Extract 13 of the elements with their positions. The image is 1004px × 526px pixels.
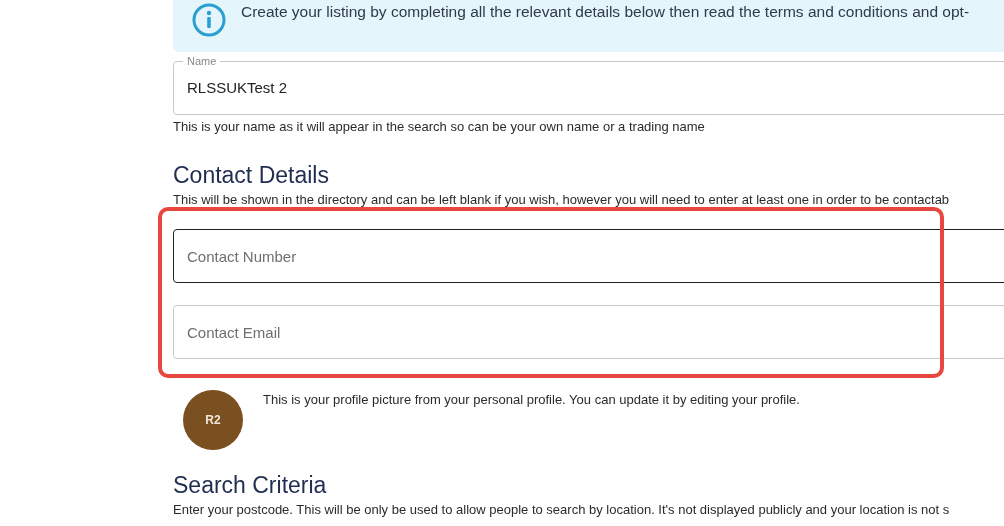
- field-label: Name: [186, 55, 218, 68]
- section-heading: Contact Details: [173, 162, 330, 188]
- avatar: R2: [183, 390, 243, 450]
- text-input[interactable]: RLSSUKTest 2: [174, 68, 787, 106]
- section-description: Enter your postcode. This will be only be used to allow people to search by location. It's not displayed publicly and your location is not s: [173, 502, 951, 517]
- section-description: This will be shown in the directory and can be left blank if you wish, however you will need to enter at least one in order to be contactab: [173, 192, 951, 207]
- info-icon: [191, 2, 227, 38]
- profile-description: This is your profile picture from your personal profile. You can update it by editing your profile.: [263, 392, 800, 409]
- help-text: This is your name as it will appear in the search so can be your own name or a trading name: [173, 119, 706, 134]
- name-field[interactable]: Name RLSSUKTest 2: [173, 55, 1004, 115]
- info-text: Create your listing by completing all the relevant details below then read the terms and conditions and opt-: [241, 3, 970, 21]
- input-field[interactable]: Contact Number: [173, 229, 1004, 283]
- section-heading: Search Criteria: [173, 472, 328, 498]
